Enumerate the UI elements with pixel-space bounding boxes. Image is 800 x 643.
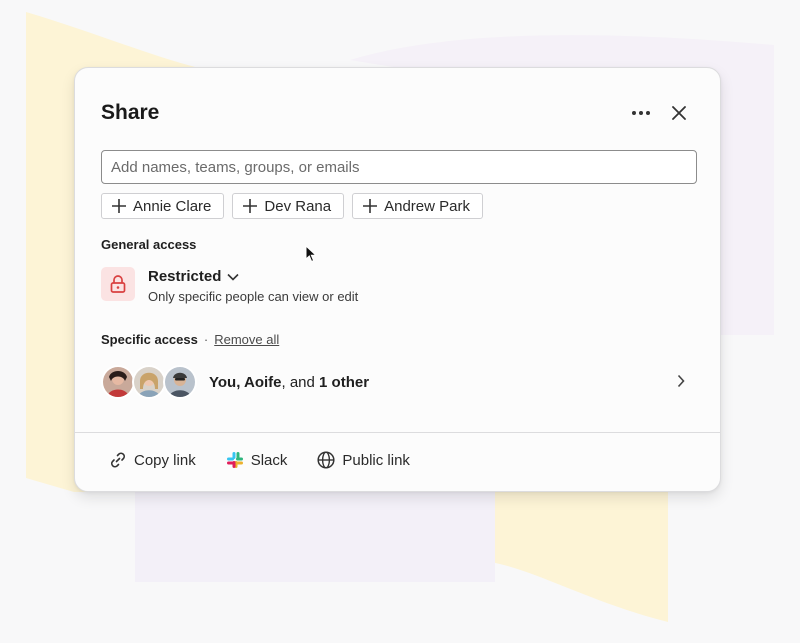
lock-icon — [110, 275, 126, 293]
mouse-cursor-icon — [305, 245, 317, 263]
more-options-button[interactable] — [627, 99, 655, 127]
chip-label: Annie Clare — [133, 197, 212, 215]
close-button[interactable] — [665, 99, 693, 127]
specific-access-heading: Specific access — [101, 332, 198, 347]
people-with-access-row[interactable]: You, Aoife, and 1 other — [101, 364, 697, 400]
people-summary: You, Aoife, and 1 other — [209, 374, 369, 391]
avatar-stack — [101, 365, 197, 399]
avatar — [101, 365, 135, 399]
suggestion-chip-dev-rana[interactable]: Dev Rana — [232, 193, 345, 219]
public-link-label: Public link — [342, 451, 410, 469]
chevron-down-icon — [227, 273, 239, 281]
link-icon — [111, 452, 125, 468]
plus-icon — [243, 199, 258, 213]
slack-button[interactable]: Slack — [226, 451, 288, 469]
plus-icon — [112, 199, 126, 213]
general-access-heading: General access — [101, 237, 197, 252]
chip-label: Dev Rana — [264, 197, 332, 215]
suggestion-chip-annie-clare[interactable]: Annie Clare — [101, 193, 225, 219]
chip-label: Andrew Park — [384, 197, 470, 215]
plus-icon — [363, 199, 378, 213]
people-summary-connector: , and — [281, 373, 320, 391]
copy-link-label: Copy link — [134, 451, 196, 469]
public-link-button[interactable]: Public link — [317, 451, 410, 469]
suggestion-chips: Annie Clare Dev Rana Andrew Park — [101, 193, 483, 219]
dialog-title: Share — [101, 101, 160, 124]
footer-divider — [75, 432, 720, 433]
separator-dot: · — [203, 332, 209, 347]
slack-label: Slack — [250, 451, 288, 469]
chevron-right-icon — [677, 374, 685, 388]
share-dialog: Share Annie Clare Dev Rana Andrew Park G… — [74, 67, 721, 492]
suggestion-chip-andrew-park[interactable]: Andrew Park — [352, 193, 483, 219]
avatar — [163, 365, 197, 399]
globe-icon — [317, 451, 335, 469]
copy-link-button[interactable]: Copy link — [109, 451, 196, 469]
close-icon — [672, 106, 686, 120]
specific-access-header: Specific access · Remove all — [101, 332, 279, 347]
slack-icon — [226, 452, 243, 468]
background-panel — [135, 490, 495, 582]
people-summary-names: You, Aoife — [209, 373, 282, 391]
avatar — [132, 365, 166, 399]
more-horizontal-icon — [632, 111, 650, 115]
lock-icon-container — [101, 267, 135, 301]
share-footer: Copy link Slack Public link — [109, 451, 410, 469]
access-level-dropdown[interactable]: Restricted — [148, 268, 239, 285]
people-summary-others: 1 other — [319, 373, 370, 391]
remove-all-link[interactable]: Remove all — [214, 332, 279, 347]
access-level-label: Restricted — [148, 268, 222, 285]
access-level-description: Only specific people can view or edit — [148, 289, 359, 304]
search-input[interactable] — [101, 150, 697, 184]
